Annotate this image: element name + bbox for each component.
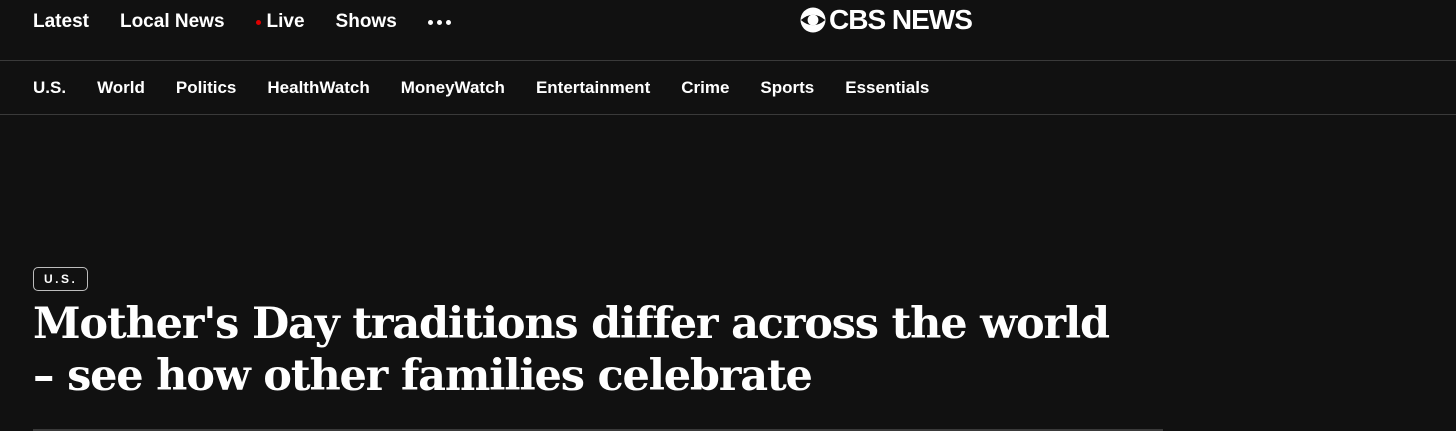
section-essentials[interactable]: Essentials [845,78,929,98]
nav-latest-label: Latest [33,11,89,32]
more-dots-icon[interactable] [427,9,451,35]
section-entertainment[interactable]: Entertainment [536,78,650,98]
section-nav-list: U.S. World Politics HealthWatch MoneyWat… [33,78,960,98]
logo-wordmark: CBS NEWS [829,4,973,35]
cbs-news-logo[interactable]: CBS NEWS [800,4,973,35]
nav-local-news[interactable]: Local News [120,11,225,33]
section-sports[interactable]: Sports [760,78,814,98]
nav-shows-label: Shows [335,11,397,32]
section-moneywatch[interactable]: MoneyWatch [401,78,505,98]
section-healthwatch[interactable]: HealthWatch [267,78,369,98]
nav-live-label: Live [266,11,305,32]
section-us[interactable]: U.S. [33,78,66,98]
category-badge[interactable]: U.S. [33,267,89,291]
cbs-eye-icon [800,7,826,33]
nav-shows[interactable]: Shows [336,11,397,33]
nav-latest[interactable]: Latest [33,11,89,33]
nav-live[interactable]: Live [255,11,305,33]
section-politics[interactable]: Politics [176,78,236,98]
article-headline: Mother's Day traditions differ across th… [33,299,1110,401]
top-header: Latest Local News Live Shows CBS NEWS [0,0,1456,61]
live-dot-icon [255,19,261,25]
primary-nav: Latest Local News Live Shows [33,9,451,35]
section-nav: U.S. World Politics HealthWatch MoneyWat… [0,61,1456,115]
nav-local-news-label: Local News [119,11,225,32]
section-crime[interactable]: Crime [681,78,729,98]
section-world[interactable]: World [97,78,145,98]
